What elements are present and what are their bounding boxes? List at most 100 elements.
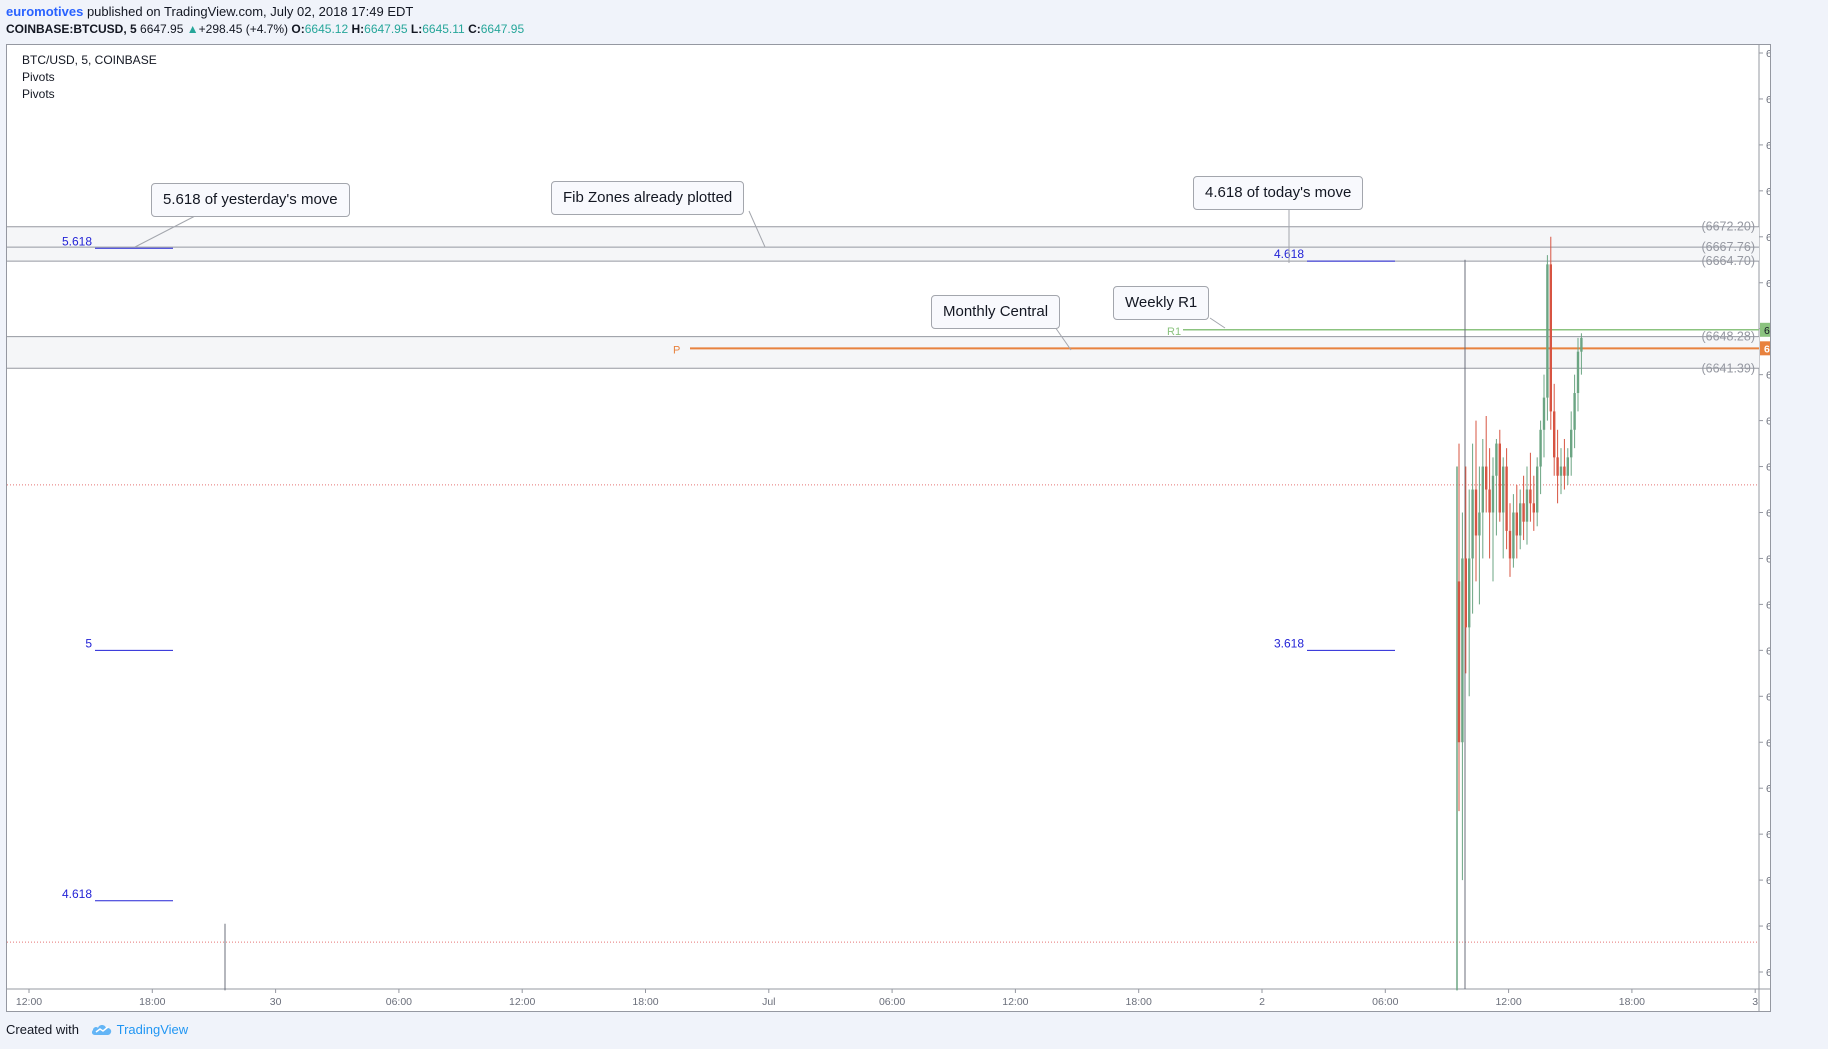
legend-pivots-1: Pivots: [22, 70, 55, 84]
pivot-price-tag-label: 6645.73: [1764, 343, 1770, 355]
x-tick-label: 12:00: [509, 996, 535, 1008]
candle-body: [1580, 337, 1583, 352]
x-tick-label: Jul: [762, 996, 775, 1008]
tradingview-link[interactable]: TradingView: [117, 1022, 189, 1037]
x-tick-label: 18:00: [1619, 996, 1645, 1008]
y-tick-label: 6680.00: [1766, 186, 1770, 198]
fib-level-label: 3.618: [1274, 636, 1304, 650]
x-tick-label: 12:00: [1002, 996, 1028, 1008]
candle-body: [1542, 397, 1546, 430]
candle-body: [1559, 466, 1563, 476]
fib-zone-band: [7, 336, 1759, 369]
author-link[interactable]: euromotives: [6, 4, 83, 19]
fib-level-label: 5: [85, 636, 92, 650]
candle-body: [1474, 489, 1478, 536]
y-tick-label: 6640.00: [1766, 370, 1770, 382]
callout-fib-zones[interactable]: Fib Zones already plotted: [551, 181, 745, 215]
candle-body: [1498, 443, 1501, 513]
chart-pane[interactable]: 6510.00 6520.00 6530.00 6540.00 6550.00 6560.…: [6, 44, 1771, 1012]
candle-body: [1576, 351, 1580, 394]
zone-price-label: (6648.28): [1701, 330, 1755, 344]
price-change: +298.45 (+4.7%): [198, 22, 289, 36]
candle-body: [1553, 411, 1556, 458]
candle-body: [1556, 457, 1559, 476]
candle-body: [1539, 429, 1542, 467]
r1-label: R1: [1167, 326, 1181, 338]
callout-yesterday-move[interactable]: 5.618 of yesterday's move: [151, 183, 350, 217]
candle-body: [1505, 466, 1508, 531]
candle-body: [1485, 466, 1488, 490]
publish-header: euromotives published on TradingView.com…: [6, 3, 413, 20]
close-label: C:: [468, 22, 481, 36]
candle-body: [1515, 512, 1518, 536]
candle-body: [1549, 264, 1552, 412]
fib-level-label: 4.618: [62, 887, 92, 901]
fib-zone-band: [7, 226, 1759, 262]
x-tick-label: 12:00: [1495, 996, 1521, 1008]
pivot-label: P: [673, 344, 680, 356]
up-arrow-icon: ▲: [186, 22, 199, 36]
y-tick-label: 6520.00: [1766, 921, 1770, 933]
candle-body: [1461, 558, 1464, 743]
high-label: H:: [351, 22, 365, 36]
x-tick-label: 3: [1752, 996, 1758, 1008]
y-tick-label: 6660.00: [1766, 278, 1770, 290]
candle-body: [1468, 558, 1471, 628]
candle-body: [1478, 512, 1481, 536]
y-tick-label: 6550.00: [1766, 783, 1770, 795]
y-tick-label: 6580.00: [1766, 645, 1770, 657]
footer: Created with TradingView: [6, 1022, 188, 1037]
candle-body: [1464, 558, 1467, 628]
candle-body: [1488, 489, 1491, 513]
candle-body: [1471, 489, 1474, 559]
callout-pointer: [1209, 317, 1226, 329]
fib-level-label: 5.618: [62, 234, 92, 248]
candle-body: [1573, 393, 1576, 430]
x-tick-label: 06:00: [386, 996, 412, 1008]
candle-body: [1522, 503, 1525, 522]
r1-price-tag-label: 6649.76: [1764, 325, 1770, 337]
candle-body: [1457, 581, 1461, 743]
x-tick-label: 18:00: [632, 996, 658, 1008]
candle-body: [1502, 466, 1505, 513]
zone-price-label: (6672.20): [1701, 220, 1755, 234]
callout-monthly-central[interactable]: Monthly Central: [931, 295, 1061, 329]
candle-body: [1566, 457, 1569, 476]
y-tick-label: 6700.00: [1766, 94, 1770, 106]
y-tick-label: 6600.00: [1766, 553, 1770, 565]
x-tick-label: 2: [1259, 996, 1265, 1008]
high-value: 6647.95: [364, 22, 408, 36]
y-tick-label: 6630.00: [1766, 416, 1770, 428]
candle-body: [1546, 264, 1549, 398]
created-with-label: Created with: [6, 1022, 79, 1037]
y-tick-label: 6540.00: [1766, 829, 1770, 841]
y-tick-label: 6560.00: [1766, 737, 1770, 749]
x-tick-label: 06:00: [1372, 996, 1398, 1008]
open-value: 6645.12: [304, 22, 349, 36]
callout-weekly-r1[interactable]: Weekly R1: [1113, 286, 1210, 320]
x-tick-label: 18:00: [139, 996, 165, 1008]
x-tick-label: 06:00: [879, 996, 905, 1008]
low-label: L:: [410, 22, 423, 36]
candle-body: [1532, 503, 1535, 513]
candle-body: [1512, 512, 1515, 559]
x-tick-label: 30: [270, 996, 282, 1008]
candle-body: [1491, 475, 1495, 513]
candle-body: [1529, 489, 1532, 504]
y-tick-label: 6620.00: [1766, 462, 1770, 474]
callout-today-move[interactable]: 4.618 of today's move: [1193, 176, 1364, 210]
legend-pivots-2: Pivots: [22, 87, 55, 101]
zone-price-label: (6664.70): [1701, 254, 1755, 268]
y-tick-label: 6510.00: [1766, 967, 1770, 979]
y-tick-label: 6590.00: [1766, 599, 1770, 611]
zone-price-label: (6641.39): [1701, 361, 1755, 375]
symbol-label: COINBASE:BTCUSD, 5: [6, 22, 137, 36]
candle-body: [1525, 489, 1529, 522]
x-tick-label: 12:00: [16, 996, 42, 1008]
zone-price-label: (6667.76): [1701, 240, 1755, 254]
low-value: 6645.11: [422, 22, 465, 36]
candle-body: [1563, 466, 1566, 476]
y-tick-label: 6670.00: [1766, 232, 1770, 244]
y-tick-label: 6530.00: [1766, 875, 1770, 887]
legend-symbol: BTC/USD, 5, COINBASE: [22, 53, 157, 67]
